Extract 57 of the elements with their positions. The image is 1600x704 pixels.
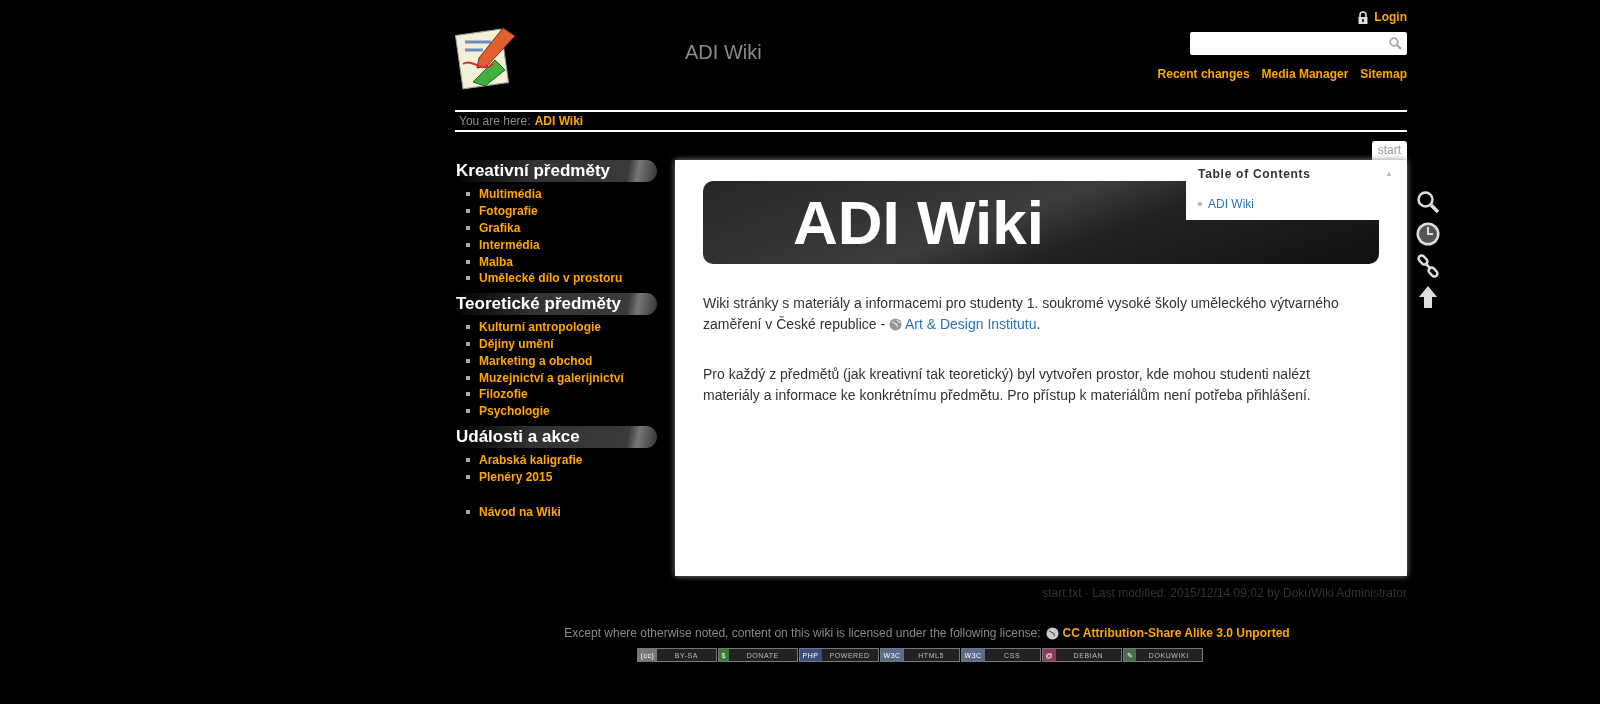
sidebar-link[interactable]: Dějiny umění (479, 335, 554, 353)
up-arrow-icon[interactable] (1418, 285, 1438, 309)
search-field[interactable] (1190, 32, 1407, 55)
sidebar-link[interactable]: Multimédia (479, 185, 542, 204)
sidebar-link[interactable]: Malba (479, 252, 513, 271)
bullet-icon (466, 192, 470, 197)
globe-icon (1045, 626, 1059, 640)
search-icon[interactable] (1416, 190, 1440, 214)
lock-icon (1357, 10, 1370, 24)
bullet-icon (466, 325, 470, 330)
bullet-icon (466, 375, 470, 380)
sidebar-link[interactable]: Psychologie (479, 402, 550, 421)
sidebar-heading: Kreativní předměty (455, 160, 657, 182)
paragraph: Pro každý z předmětů (jak kreativní tak teoretický) byl vytvořen prostor, kde mohou studenti nalézt materiály a informace ke konkrétnímu předmětu. Pro přístup k materiálům není potřeba přihlášení. (703, 365, 1312, 405)
sidebar-link[interactable]: Kulturní antropologie (479, 318, 601, 337)
breadcrumb-link[interactable]: ADI Wiki (534, 112, 584, 130)
bullet-icon (466, 259, 470, 264)
search-icon (1389, 37, 1402, 50)
sidebar-link[interactable]: Arabská kaligrafie (479, 450, 583, 469)
toc-link[interactable]: ADI Wiki (1208, 195, 1254, 213)
bullet-icon (466, 509, 470, 514)
sidebar-link[interactable]: Intermédia (479, 235, 540, 254)
bullet-icon (466, 358, 470, 363)
sidebar-link[interactable]: Marketing a obchod (479, 351, 593, 370)
breadcrumb-label: You are here: (459, 113, 531, 130)
sidebar-link[interactable]: Plenéry 2015 (479, 467, 553, 486)
sidebar-link[interactable]: Fotografie (479, 202, 538, 221)
sidebar-link[interactable]: Muzejnictví a galerijnictví (479, 368, 624, 387)
globe-icon (888, 318, 902, 331)
link-icon[interactable] (1416, 254, 1440, 278)
bullet-icon (466, 341, 470, 346)
bullet-icon (466, 242, 470, 247)
nav-link[interactable]: Media Manager (1261, 65, 1349, 83)
bullet-icon (466, 226, 470, 230)
bullet-icon (466, 409, 470, 414)
nav-link[interactable]: Sitemap (1360, 65, 1407, 83)
banner-title: ADI Wiki (793, 191, 1044, 254)
bullet-icon (1197, 201, 1203, 207)
bullet-icon (466, 457, 470, 462)
sidebar-link[interactable]: Grafika (479, 219, 521, 237)
license-link[interactable]: CC Attribution-Share Alike 3.0 Unported (1045, 624, 1290, 642)
clock-icon[interactable] (1415, 221, 1441, 247)
license-text: Except where otherwise noted, content on this wiki is licensed under the following license: (564, 625, 1041, 642)
nav-link[interactable]: Recent changes (1157, 65, 1250, 83)
sidebar-link[interactable]: Návod na Wiki (479, 502, 561, 521)
bullet-icon (466, 209, 470, 214)
toc-title: Table of Contents (1198, 166, 1311, 183)
bullet-icon (466, 392, 470, 397)
site-title[interactable]: ADI Wiki (685, 37, 762, 110)
sidebar-heading: Události a akce (455, 425, 657, 448)
login-link[interactable]: Login (1357, 8, 1407, 26)
sidebar-heading: Teoretické předměty (455, 292, 657, 315)
paragraph: Wiki stránky s materiály a informacemi pro studenty 1. soukromé vysoké školy uměleckého výtvarného zaměření v České republice - Art & Design Institutu. (703, 294, 1340, 334)
bullet-icon (466, 276, 470, 281)
sidebar-link[interactable]: Umělecké dílo v prostoru (479, 269, 623, 288)
sidebar-link[interactable]: Filozofie (479, 385, 528, 404)
bullet-icon (466, 474, 470, 479)
